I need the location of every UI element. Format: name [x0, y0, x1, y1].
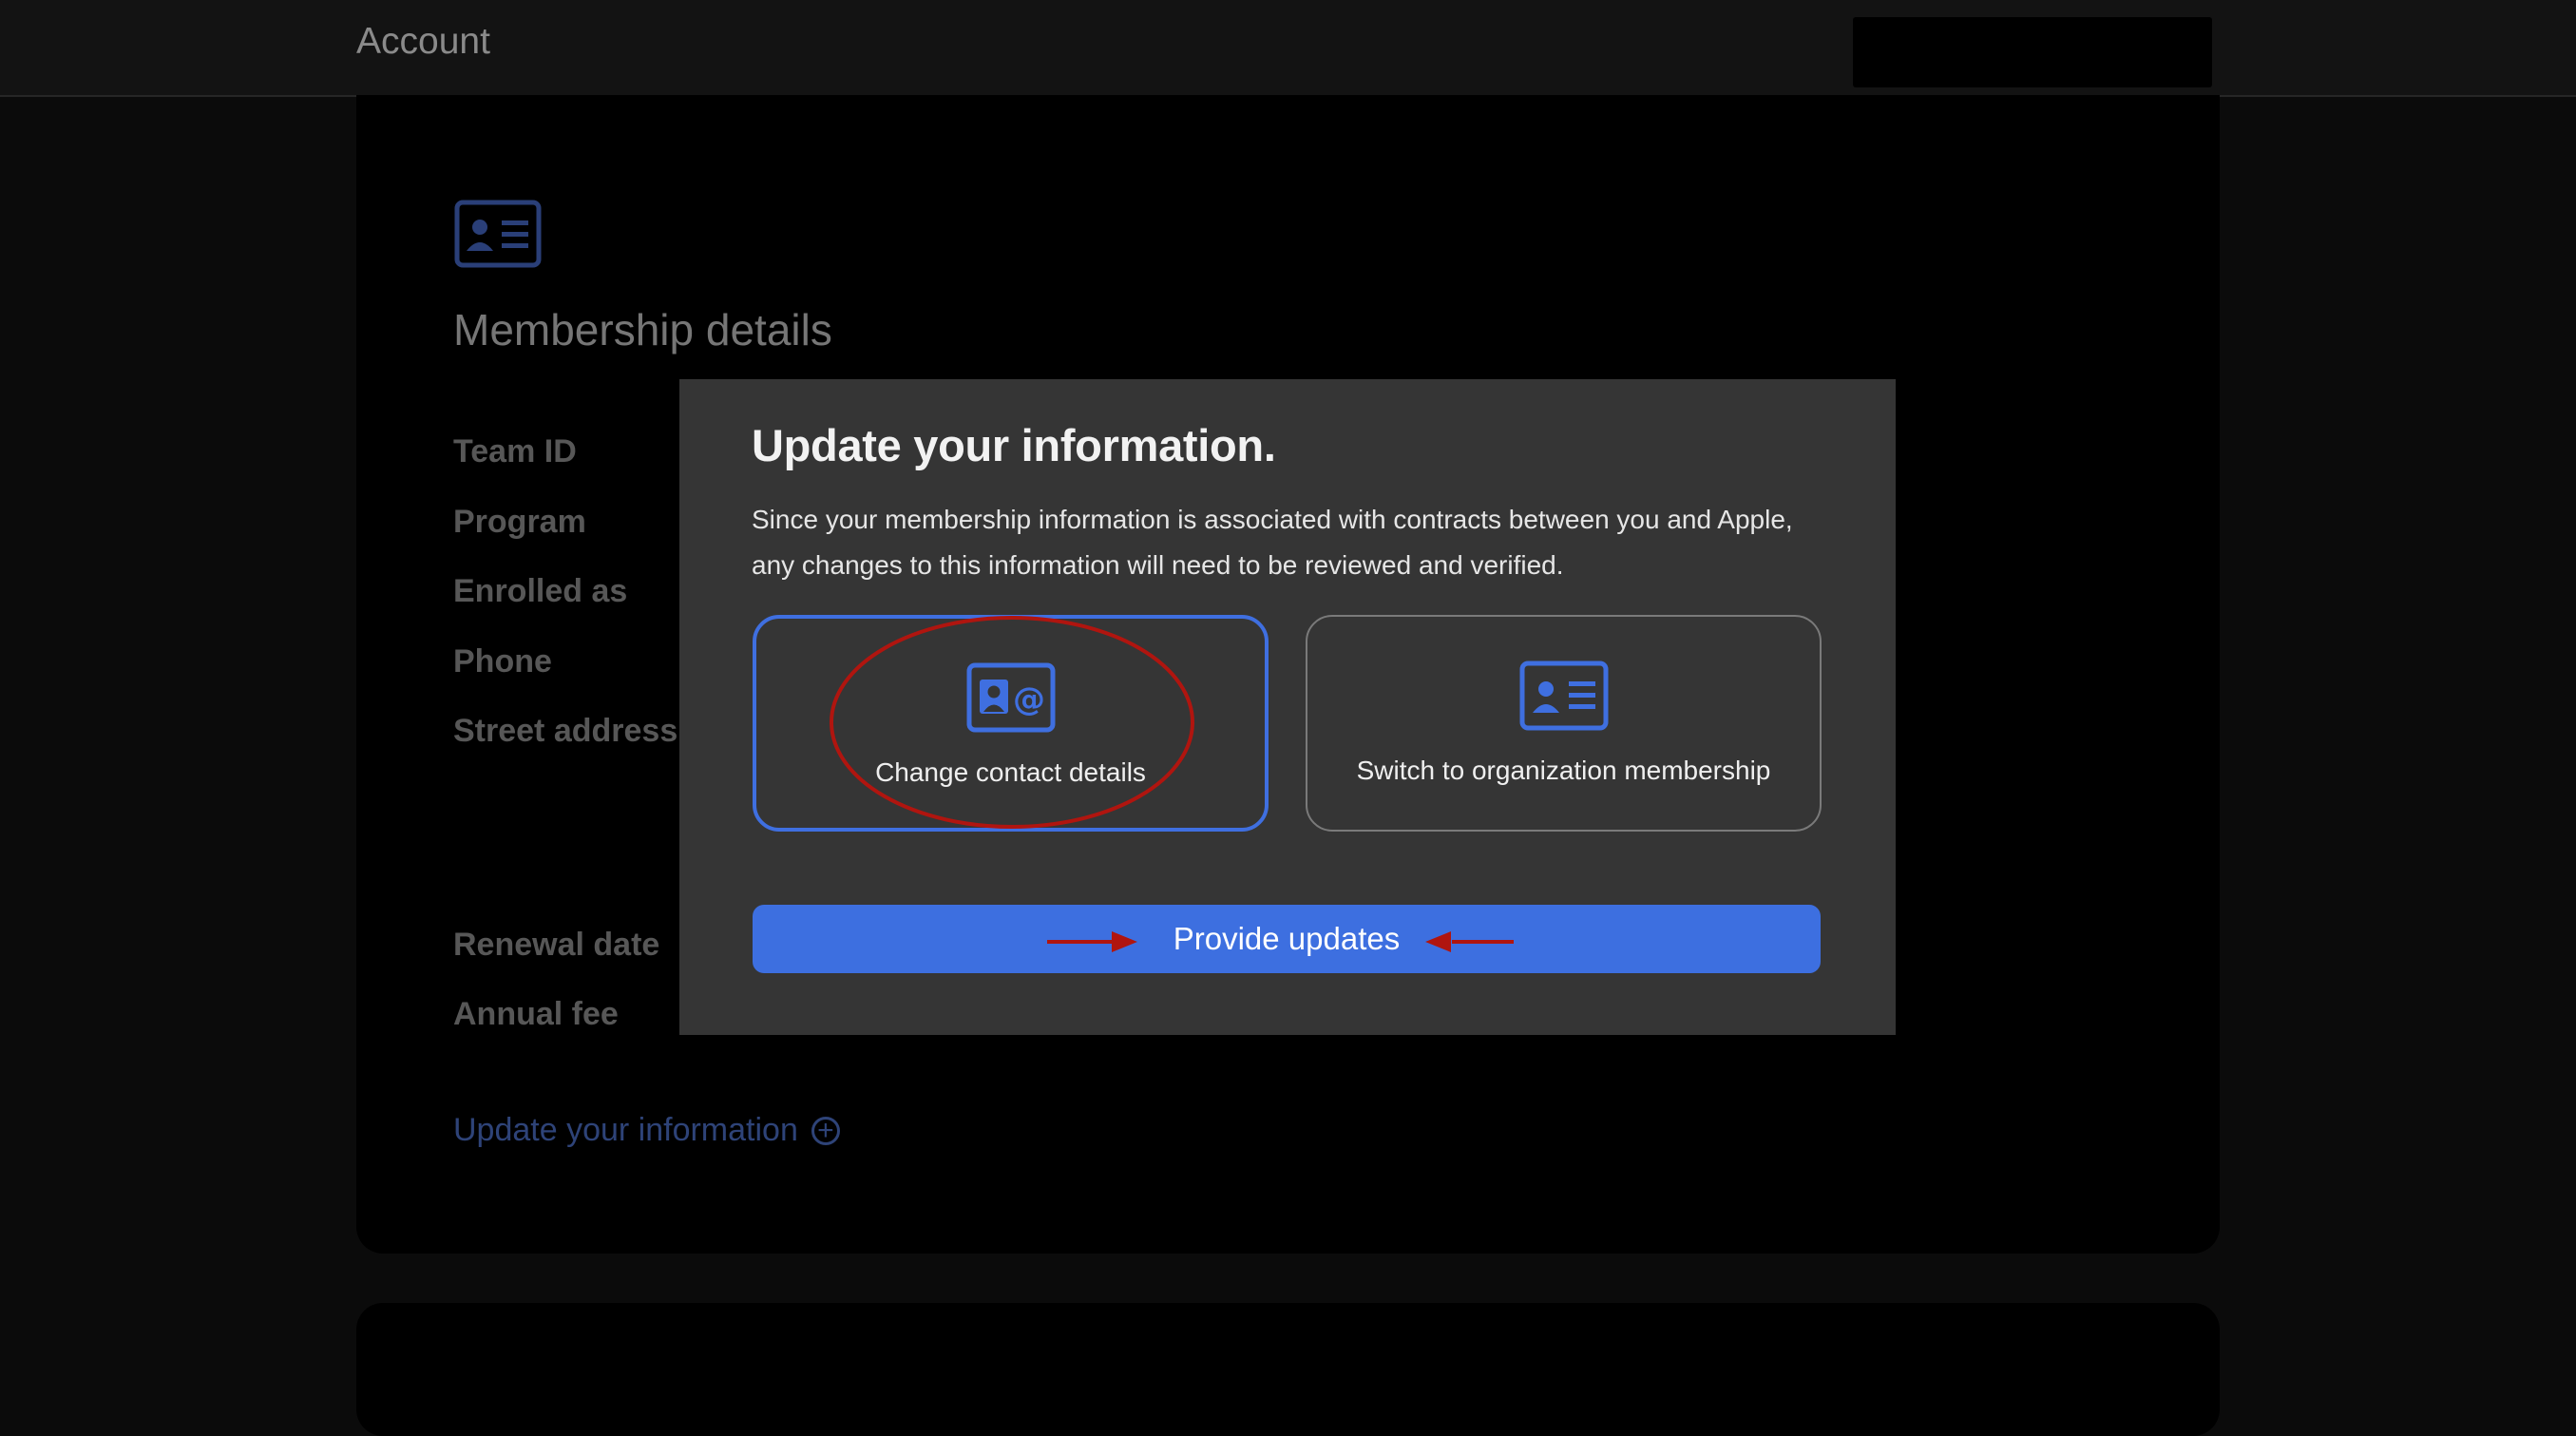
dialog-description: Since your membership information is ass… — [752, 497, 1825, 588]
membership-card-icon — [1519, 661, 1608, 731]
section-title: Membership details — [453, 305, 832, 354]
field-label-program: Program — [453, 504, 586, 540]
membership-card-icon — [454, 200, 542, 268]
dialog-title: Update your information. — [752, 420, 1276, 470]
switch-organization-label: Switch to organization membership — [1356, 756, 1771, 785]
provide-updates-button[interactable]: Provide updates — [753, 905, 1821, 973]
field-label-team-id: Team ID — [453, 433, 577, 469]
field-label-annual-fee: Annual fee — [453, 996, 619, 1032]
field-label-enrolled-as: Enrolled as — [453, 573, 628, 609]
page-title: Account — [356, 21, 490, 62]
update-information-label: Update your information — [453, 1112, 798, 1148]
svg-text:@: @ — [1013, 680, 1045, 718]
next-card — [356, 1303, 2220, 1436]
update-information-dialog: Update your information. Since your memb… — [679, 379, 1896, 1035]
change-contact-details-option[interactable]: @ Change contact details — [753, 615, 1269, 832]
dialog-description-line-2: any changes to this information will nee… — [752, 550, 1564, 580]
switch-organization-option[interactable]: Switch to organization membership — [1306, 615, 1822, 832]
plus-circle-icon: + — [811, 1116, 840, 1145]
dialog-description-line-1: Since your membership information is ass… — [752, 505, 1793, 534]
update-information-link[interactable]: Update your information + — [453, 1112, 840, 1149]
field-label-renewal-date: Renewal date — [453, 927, 660, 963]
redacted-area — [1853, 17, 2212, 87]
field-label-street-address: Street address — [453, 713, 678, 749]
contact-card-at-icon: @ — [966, 662, 1055, 733]
change-contact-details-label: Change contact details — [875, 757, 1146, 787]
top-bar: Account — [0, 0, 2576, 97]
field-label-phone: Phone — [453, 643, 552, 680]
